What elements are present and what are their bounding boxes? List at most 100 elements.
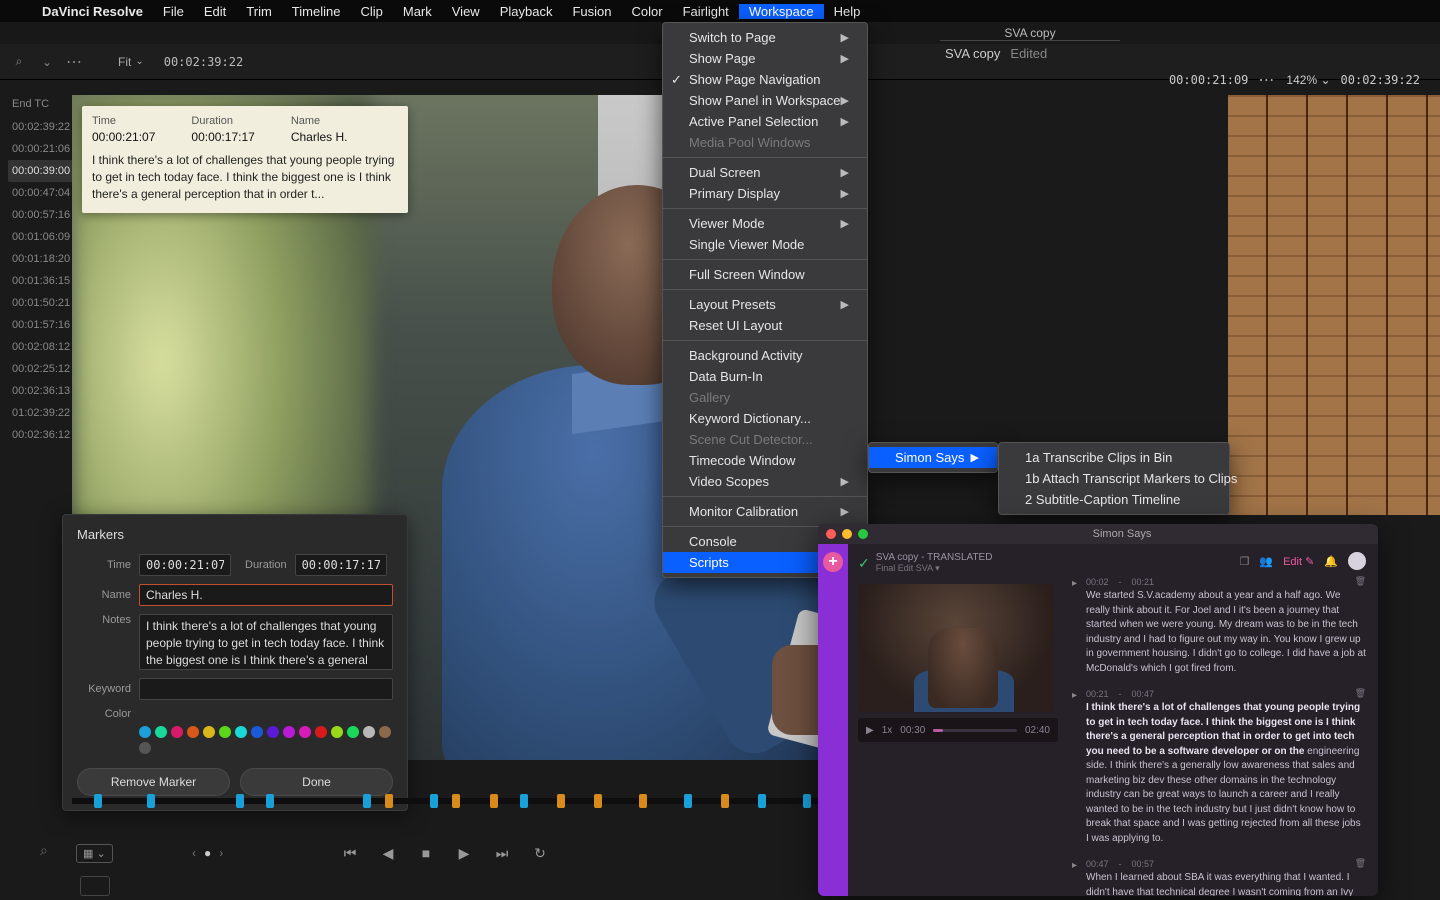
edit-link[interactable]: Edit ✎ <box>1283 555 1314 568</box>
menu-item[interactable]: Single Viewer Mode <box>663 234 867 255</box>
menu-help[interactable]: Help <box>824 4 871 19</box>
menu-trim[interactable]: Trim <box>236 4 282 19</box>
minimize-icon[interactable] <box>842 529 852 539</box>
timecode-list[interactable]: 00:02:39:2200:00:21:0600:00:39:0000:00:4… <box>12 116 74 446</box>
menu-file[interactable]: File <box>153 4 194 19</box>
timeline-marker[interactable] <box>557 794 565 808</box>
color-swatch[interactable] <box>155 726 167 738</box>
menu-item[interactable]: Full Screen Window <box>663 264 867 285</box>
menu-item[interactable]: Data Burn-In <box>663 366 867 387</box>
mini-timeline[interactable] <box>72 798 818 830</box>
tc-row[interactable]: 01:02:39:22 <box>12 402 74 424</box>
bell-icon[interactable]: 🔔 <box>1324 555 1338 568</box>
transcript-segment[interactable]: ▸00:21-00:47🗑I think there's a lot of ch… <box>1072 688 1366 846</box>
color-swatch[interactable] <box>203 726 215 738</box>
menu-clip[interactable]: Clip <box>350 4 392 19</box>
color-swatches[interactable] <box>77 726 393 754</box>
zoom-icon[interactable] <box>858 529 868 539</box>
stop-icon[interactable]: ■ <box>417 844 435 862</box>
tc-row[interactable]: 00:02:36:13 <box>12 380 74 402</box>
menu-item[interactable]: 1b Attach Transcript Markers to Clips <box>999 468 1229 489</box>
tc-row[interactable]: 00:01:06:09 <box>12 226 74 248</box>
ss-icon[interactable]: ❐ <box>1239 555 1249 568</box>
prev-page-icon[interactable]: ‹ <box>192 846 196 860</box>
timeline-marker[interactable] <box>363 794 371 808</box>
timeline-marker[interactable] <box>758 794 766 808</box>
tc-row[interactable]: 00:00:47:04 <box>12 182 74 204</box>
more-icon[interactable]: ⋯ <box>64 51 86 73</box>
notes-field[interactable] <box>139 614 393 670</box>
transcript-segment[interactable]: ▸00:02-00:21🗑We started S.V.academy abou… <box>1072 576 1366 676</box>
close-icon[interactable] <box>826 529 836 539</box>
zoom-fit[interactable]: Fit ⌄ <box>112 53 150 71</box>
loop-icon[interactable]: ↻ <box>531 844 549 862</box>
tc-row[interactable]: 00:02:08:12 <box>12 336 74 358</box>
zoom-percent[interactable]: 142% ⌄ <box>1286 73 1330 87</box>
remove-marker-button[interactable]: Remove Marker <box>77 768 230 796</box>
menu-item[interactable]: Active Panel Selection▶ <box>663 111 867 132</box>
ss-project-subtitle[interactable]: Final Edit SVA ▾ <box>876 563 993 574</box>
menu-fairlight[interactable]: Fairlight <box>673 4 739 19</box>
progress-bar[interactable] <box>933 729 1017 732</box>
menu-mark[interactable]: Mark <box>393 4 442 19</box>
color-swatch[interactable] <box>187 726 199 738</box>
scripts-submenu[interactable]: Simon Says▶ <box>868 442 998 473</box>
tc-row[interactable]: 00:01:36:15 <box>12 270 74 292</box>
timeline-marker[interactable] <box>385 794 393 808</box>
menu-color[interactable]: Color <box>621 4 672 19</box>
menu-timeline[interactable]: Timeline <box>282 4 351 19</box>
timeline-marker[interactable] <box>490 794 498 808</box>
people-icon[interactable]: 👥 <box>1259 555 1273 568</box>
color-swatch[interactable] <box>363 726 375 738</box>
tc-row[interactable]: 00:02:39:22 <box>12 116 74 138</box>
color-swatch[interactable] <box>235 726 247 738</box>
next-page-icon[interactable]: › <box>219 846 223 860</box>
tc-row[interactable]: 00:01:57:16 <box>12 314 74 336</box>
menu-item[interactable]: Monitor Calibration▶ <box>663 501 867 522</box>
timeline-marker[interactable] <box>147 794 155 808</box>
chevron-down-icon[interactable]: ⌄ <box>36 51 58 73</box>
done-button[interactable]: Done <box>240 768 393 796</box>
timeline-marker[interactable] <box>594 794 602 808</box>
color-swatch[interactable] <box>331 726 343 738</box>
tc-row[interactable]: 00:02:36:12 <box>12 424 74 446</box>
tc-row[interactable]: 00:02:25:12 <box>12 358 74 380</box>
color-swatch[interactable] <box>139 742 151 754</box>
menu-item[interactable]: 1a Transcribe Clips in Bin <box>999 447 1229 468</box>
playback-speed[interactable]: 1x <box>882 725 893 736</box>
add-icon[interactable]: + <box>823 552 843 572</box>
tc-row[interactable]: 00:00:57:16 <box>12 204 74 226</box>
menu-item[interactable]: Layout Presets▶ <box>663 294 867 315</box>
menu-item[interactable]: 2 Subtitle-Caption Timeline <box>999 489 1229 510</box>
search-icon[interactable]: ⌕ <box>8 51 30 73</box>
tc-row[interactable]: 00:01:18:20 <box>12 248 74 270</box>
tc-row[interactable]: 00:00:39:00 <box>8 160 74 182</box>
menu-item[interactable]: Show Page▶ <box>663 48 867 69</box>
menu-item[interactable]: Background Activity <box>663 345 867 366</box>
color-swatch[interactable] <box>219 726 231 738</box>
menu-item[interactable]: Video Scopes▶ <box>663 471 867 492</box>
search-icon[interactable]: ⌕ <box>40 842 48 858</box>
menu-view[interactable]: View <box>442 4 490 19</box>
timeline-marker[interactable] <box>430 794 438 808</box>
layout-icon[interactable]: ▦ ⌄ <box>76 844 113 863</box>
timeline-marker[interactable] <box>684 794 692 808</box>
menu-workspace[interactable]: Workspace <box>739 4 824 19</box>
ss-video-thumbnail[interactable] <box>858 584 1054 712</box>
tab-sva-copy[interactable]: SVA copy <box>940 26 1120 41</box>
tc-row[interactable]: 00:00:21:06 <box>12 138 74 160</box>
transcript-segment[interactable]: ▸00:47-00:57🗑When I learned about SBA it… <box>1072 858 1366 896</box>
menu-item[interactable]: Show Page Navigation <box>663 69 867 90</box>
menu-playback[interactable]: Playback <box>490 4 563 19</box>
timeline-marker[interactable] <box>452 794 460 808</box>
avatar[interactable] <box>1348 552 1366 570</box>
ss-titlebar[interactable]: Simon Says <box>818 524 1378 544</box>
color-swatch[interactable] <box>283 726 295 738</box>
layout-toggle-icon[interactable] <box>80 876 110 896</box>
menu-item[interactable]: Timecode Window <box>663 450 867 471</box>
menu-item[interactable]: Dual Screen▶ <box>663 162 867 183</box>
menu-item[interactable]: Switch to Page▶ <box>663 27 867 48</box>
menu-item[interactable]: Reset UI Layout <box>663 315 867 336</box>
menu-fusion[interactable]: Fusion <box>562 4 621 19</box>
timeline-marker[interactable] <box>236 794 244 808</box>
